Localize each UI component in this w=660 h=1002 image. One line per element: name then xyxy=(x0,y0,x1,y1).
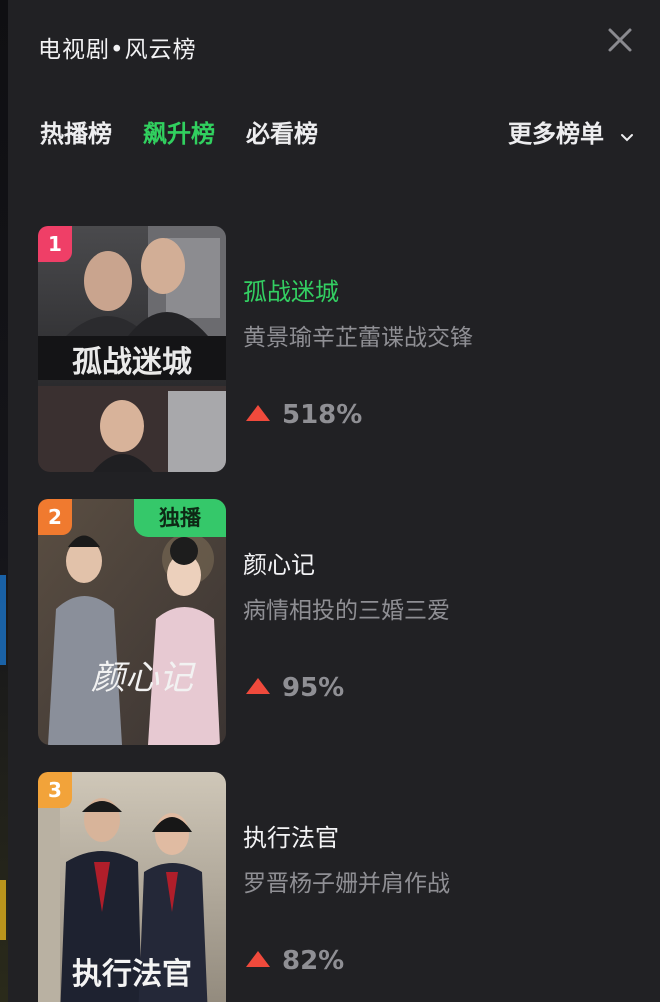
list-item[interactable]: 颜心记 2 独播 颜心记 病情相投的三婚三爱 95% xyxy=(8,499,660,747)
show-description: 病情相投的三婚三爱 xyxy=(243,598,450,624)
poster-caption: 执行法官 xyxy=(72,957,192,992)
show-title[interactable]: 执行法官 xyxy=(243,818,339,853)
poster-caption: 颜心记 xyxy=(91,658,196,698)
trend-change: 95% xyxy=(246,673,344,703)
trend-up-icon xyxy=(246,405,270,421)
trend-value: 95% xyxy=(282,673,345,703)
rank-badge: 3 xyxy=(38,772,72,808)
rank-badge: 1 xyxy=(38,226,72,262)
trend-value: 82% xyxy=(282,946,345,976)
tab-hot[interactable]: 热播榜 xyxy=(40,114,112,149)
ranking-tabs: 热播榜 飙升榜 必看榜 更多榜单 xyxy=(8,104,660,164)
background-accent xyxy=(0,880,6,940)
list-item[interactable]: 孤战迷城 1 孤战迷城 黄景瑜辛芷蕾谍战交锋 518% xyxy=(8,226,660,474)
exclusive-badge: 独播 xyxy=(134,499,226,537)
show-title[interactable]: 孤战迷城 xyxy=(243,272,339,307)
trend-change: 518% xyxy=(246,400,362,430)
panel-header: 电视剧•风云榜 xyxy=(8,0,660,92)
show-title[interactable]: 颜心记 xyxy=(243,545,315,580)
more-lists-dropdown[interactable]: 更多榜单 xyxy=(508,114,634,149)
close-button[interactable] xyxy=(604,24,636,56)
panel-title: 电视剧•风云榜 xyxy=(38,37,197,63)
show-description: 黄景瑜辛芷蕾谍战交锋 xyxy=(243,325,473,351)
list-item[interactable]: 执行法官 3 执行法官 罗晋杨子姗并肩作战 82% xyxy=(8,772,660,1002)
ranking-panel: 电视剧•风云榜 热播榜 飙升榜 必看榜 更多榜单 孤战迷城 1 孤战迷城 黄景瑜… xyxy=(8,0,660,1002)
close-icon xyxy=(608,28,632,52)
background-accent xyxy=(0,575,6,665)
chevron-down-icon xyxy=(620,121,634,149)
tab-must-watch[interactable]: 必看榜 xyxy=(246,114,318,149)
background-window-edge xyxy=(0,0,8,1002)
more-lists-label: 更多榜单 xyxy=(508,120,604,148)
rank-badge: 2 xyxy=(38,499,72,535)
poster-image[interactable]: 孤战迷城 xyxy=(38,226,226,472)
trend-up-icon xyxy=(246,951,270,967)
poster-caption: 孤战迷城 xyxy=(72,345,192,380)
trend-change: 82% xyxy=(246,946,344,976)
show-description: 罗晋杨子姗并肩作战 xyxy=(243,871,450,897)
tab-rising[interactable]: 飙升榜 xyxy=(143,114,215,149)
trend-up-icon xyxy=(246,678,270,694)
trend-value: 518% xyxy=(282,400,363,430)
